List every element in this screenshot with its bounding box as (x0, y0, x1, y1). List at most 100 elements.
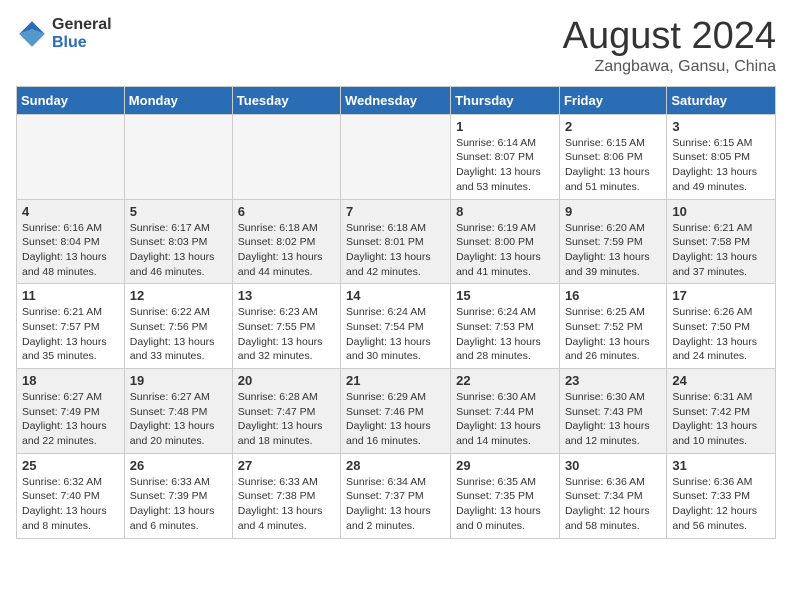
day-number: 19 (130, 373, 227, 388)
calendar-cell: 24Sunrise: 6:31 AM Sunset: 7:42 PM Dayli… (667, 369, 776, 454)
logo-text: General Blue (52, 16, 112, 51)
day-info: Sunrise: 6:32 AM Sunset: 7:40 PM Dayligh… (22, 475, 119, 534)
logo-icon (16, 18, 48, 50)
calendar-cell: 3 Sunrise: 6:15 AM Sunset: 8:05 PM Daylig… (667, 114, 776, 199)
day-info: Sunrise: 6:15 AM Sunset: 8:06 PM Dayligh… (565, 136, 661, 195)
day-number: 6 (238, 204, 335, 219)
day-number: 7 (346, 204, 445, 219)
weekday-header-row: SundayMondayTuesdayWednesdayThursdayFrid… (17, 86, 776, 114)
day-info: Sunrise: 6:20 AM Sunset: 7:59 PM Dayligh… (565, 221, 661, 280)
day-number: 25 (22, 458, 119, 473)
calendar-cell (232, 114, 340, 199)
day-info: Sunrise: 6:36 AM Sunset: 7:33 PM Dayligh… (672, 475, 770, 534)
calendar-cell (124, 114, 232, 199)
calendar-cell: 2 Sunrise: 6:15 AM Sunset: 8:06 PM Daylig… (559, 114, 666, 199)
weekday-header-wednesday: Wednesday (341, 86, 451, 114)
day-number: 23 (565, 373, 661, 388)
day-info: Sunrise: 6:30 AM Sunset: 7:44 PM Dayligh… (456, 390, 554, 449)
calendar-week-2: 4 Sunrise: 6:16 AM Sunset: 8:04 PM Daylig… (17, 199, 776, 284)
day-number: 29 (456, 458, 554, 473)
day-info: Sunrise: 6:14 AM Sunset: 8:07 PM Dayligh… (456, 136, 554, 195)
day-number: 3 (672, 119, 770, 134)
calendar-cell: 12Sunrise: 6:22 AM Sunset: 7:56 PM Dayli… (124, 284, 232, 369)
day-number: 4 (22, 204, 119, 219)
day-number: 2 (565, 119, 661, 134)
day-info: Sunrise: 6:16 AM Sunset: 8:04 PM Dayligh… (22, 221, 119, 280)
day-info: Sunrise: 6:18 AM Sunset: 8:01 PM Dayligh… (346, 221, 445, 280)
day-info: Sunrise: 6:26 AM Sunset: 7:50 PM Dayligh… (672, 305, 770, 364)
calendar-cell: 5Sunrise: 6:17 AM Sunset: 8:03 PM Daylig… (124, 199, 232, 284)
calendar-cell: 11 Sunrise: 6:21 AM Sunset: 7:57 PM Dayli… (17, 284, 125, 369)
day-number: 12 (130, 288, 227, 303)
day-number: 11 (22, 288, 119, 303)
day-number: 17 (672, 288, 770, 303)
day-info: Sunrise: 6:24 AM Sunset: 7:54 PM Dayligh… (346, 305, 445, 364)
calendar-cell: 10 Sunrise: 6:21 AM Sunset: 7:58 PM Dayli… (667, 199, 776, 284)
day-info: Sunrise: 6:27 AM Sunset: 7:49 PM Dayligh… (22, 390, 119, 449)
day-number: 15 (456, 288, 554, 303)
day-number: 30 (565, 458, 661, 473)
calendar-cell (17, 114, 125, 199)
logo-blue: Blue (52, 34, 112, 52)
day-number: 16 (565, 288, 661, 303)
calendar-cell: 4 Sunrise: 6:16 AM Sunset: 8:04 PM Daylig… (17, 199, 125, 284)
calendar-cell: 14 Sunrise: 6:24 AM Sunset: 7:54 PM Dayli… (341, 284, 451, 369)
calendar-cell: 29Sunrise: 6:35 AM Sunset: 7:35 PM Dayli… (451, 453, 560, 538)
day-info: Sunrise: 6:33 AM Sunset: 7:39 PM Dayligh… (130, 475, 227, 534)
calendar-table: SundayMondayTuesdayWednesdayThursdayFrid… (16, 86, 776, 539)
calendar-cell: 28 Sunrise: 6:34 AM Sunset: 7:37 PM Dayli… (341, 453, 451, 538)
calendar-cell: 23 Sunrise: 6:30 AM Sunset: 7:43 PM Dayli… (559, 369, 666, 454)
calendar-cell (341, 114, 451, 199)
weekday-header-friday: Friday (559, 86, 666, 114)
calendar-week-4: 18 Sunrise: 6:27 AM Sunset: 7:49 PM Dayli… (17, 369, 776, 454)
weekday-header-thursday: Thursday (451, 86, 560, 114)
day-number: 9 (565, 204, 661, 219)
calendar-cell: 9 Sunrise: 6:20 AM Sunset: 7:59 PM Daylig… (559, 199, 666, 284)
calendar-week-3: 11 Sunrise: 6:21 AM Sunset: 7:57 PM Dayli… (17, 284, 776, 369)
calendar-cell: 13Sunrise: 6:23 AM Sunset: 7:55 PM Dayli… (232, 284, 340, 369)
day-number: 24 (672, 373, 770, 388)
day-info: Sunrise: 6:19 AM Sunset: 8:00 PM Dayligh… (456, 221, 554, 280)
calendar-cell: 31 Sunrise: 6:36 AM Sunset: 7:33 PM Dayli… (667, 453, 776, 538)
calendar-cell: 15 Sunrise: 6:24 AM Sunset: 7:53 PM Dayli… (451, 284, 560, 369)
calendar-cell: 1Sunrise: 6:14 AM Sunset: 8:07 PM Daylig… (451, 114, 560, 199)
day-info: Sunrise: 6:28 AM Sunset: 7:47 PM Dayligh… (238, 390, 335, 449)
day-info: Sunrise: 6:36 AM Sunset: 7:34 PM Dayligh… (565, 475, 661, 534)
day-number: 8 (456, 204, 554, 219)
day-number: 5 (130, 204, 227, 219)
day-number: 14 (346, 288, 445, 303)
logo-general: General (52, 16, 112, 34)
calendar-week-5: 25 Sunrise: 6:32 AM Sunset: 7:40 PM Dayli… (17, 453, 776, 538)
calendar-cell: 18 Sunrise: 6:27 AM Sunset: 7:49 PM Dayli… (17, 369, 125, 454)
weekday-header-tuesday: Tuesday (232, 86, 340, 114)
page-header: General Blue August 2024 Zangbawa, Gansu… (16, 16, 776, 76)
calendar-cell: 30 Sunrise: 6:36 AM Sunset: 7:34 PM Dayli… (559, 453, 666, 538)
day-number: 18 (22, 373, 119, 388)
day-number: 28 (346, 458, 445, 473)
day-number: 26 (130, 458, 227, 473)
day-number: 31 (672, 458, 770, 473)
day-info: Sunrise: 6:21 AM Sunset: 7:57 PM Dayligh… (22, 305, 119, 364)
day-number: 10 (672, 204, 770, 219)
calendar-cell: 27 Sunrise: 6:33 AM Sunset: 7:38 PM Dayli… (232, 453, 340, 538)
day-number: 27 (238, 458, 335, 473)
calendar-cell: 17 Sunrise: 6:26 AM Sunset: 7:50 PM Dayli… (667, 284, 776, 369)
day-info: Sunrise: 6:24 AM Sunset: 7:53 PM Dayligh… (456, 305, 554, 364)
calendar-cell: 8 Sunrise: 6:19 AM Sunset: 8:00 PM Daylig… (451, 199, 560, 284)
day-info: Sunrise: 6:34 AM Sunset: 7:37 PM Dayligh… (346, 475, 445, 534)
location-subtitle: Zangbawa, Gansu, China (563, 58, 776, 76)
day-info: Sunrise: 6:27 AM Sunset: 7:48 PM Dayligh… (130, 390, 227, 449)
day-number: 21 (346, 373, 445, 388)
day-info: Sunrise: 6:29 AM Sunset: 7:46 PM Dayligh… (346, 390, 445, 449)
day-info: Sunrise: 6:15 AM Sunset: 8:05 PM Dayligh… (672, 136, 770, 195)
day-number: 13 (238, 288, 335, 303)
day-info: Sunrise: 6:33 AM Sunset: 7:38 PM Dayligh… (238, 475, 335, 534)
day-info: Sunrise: 6:18 AM Sunset: 8:02 PM Dayligh… (238, 221, 335, 280)
day-info: Sunrise: 6:30 AM Sunset: 7:43 PM Dayligh… (565, 390, 661, 449)
calendar-cell: 19 Sunrise: 6:27 AM Sunset: 7:48 PM Dayli… (124, 369, 232, 454)
day-info: Sunrise: 6:25 AM Sunset: 7:52 PM Dayligh… (565, 305, 661, 364)
calendar-cell: 25 Sunrise: 6:32 AM Sunset: 7:40 PM Dayli… (17, 453, 125, 538)
weekday-header-sunday: Sunday (17, 86, 125, 114)
logo: General Blue (16, 16, 112, 51)
day-info: Sunrise: 6:21 AM Sunset: 7:58 PM Dayligh… (672, 221, 770, 280)
